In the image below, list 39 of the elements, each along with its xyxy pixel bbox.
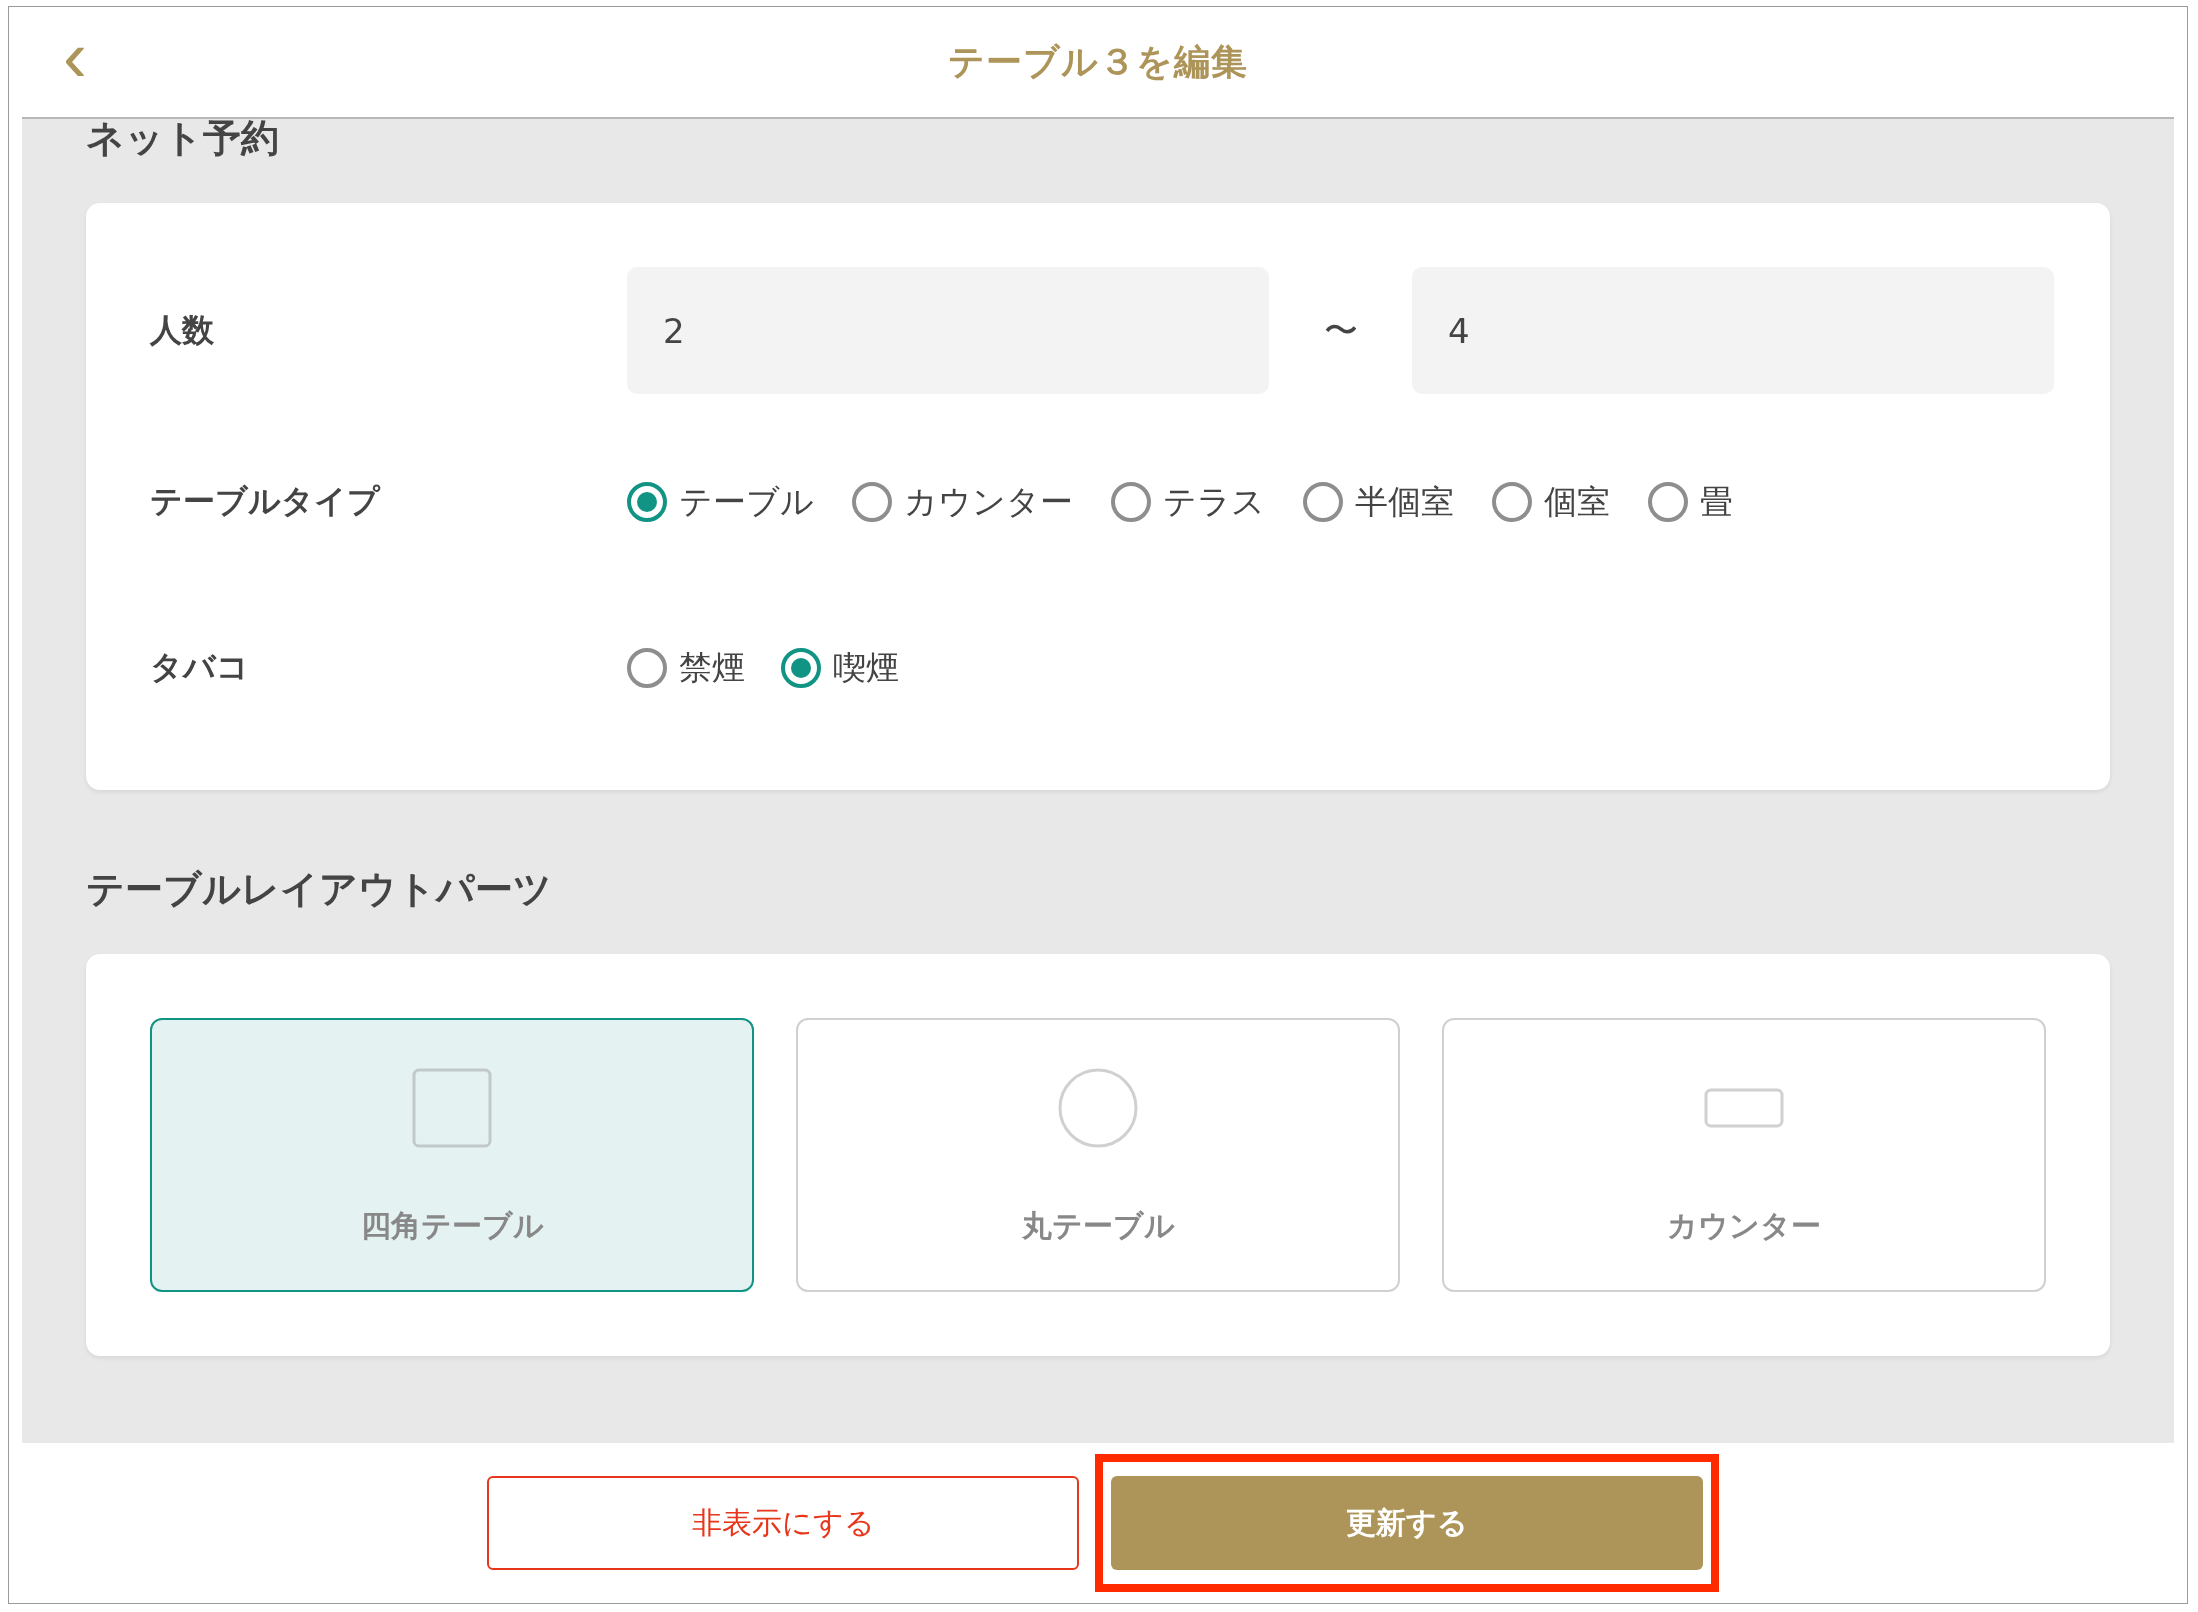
hide-button[interactable]: 非表示にする (487, 1476, 1079, 1570)
radio-option[interactable]: 喫煙 (781, 645, 899, 691)
radio-label: テーブル (679, 480, 814, 523)
input-field[interactable]: 4 (1412, 267, 2054, 394)
section-title: ネット予約 (86, 119, 280, 157)
radio-icon[interactable] (781, 648, 821, 688)
radio-option[interactable]: 畳 (1648, 479, 1733, 525)
radio-label: テラス (1163, 480, 1265, 523)
radio-icon[interactable] (1111, 482, 1151, 522)
radio-label: 半個室 (1355, 480, 1454, 523)
radio-label: 個室 (1544, 480, 1610, 523)
radio-label: カウンター (904, 480, 1073, 523)
radio-option[interactable]: カウンター (852, 479, 1073, 525)
radio-icon[interactable] (627, 482, 667, 522)
radio-option[interactable]: テーブル (627, 479, 814, 525)
radio-option[interactable]: テラス (1111, 479, 1265, 525)
part-tile[interactable]: 丸テーブル (796, 1018, 1400, 1292)
radio-icon[interactable] (627, 648, 667, 688)
radio-label: 畳 (1700, 480, 1733, 523)
rectangle-icon (1704, 1088, 1784, 1128)
square-icon (412, 1068, 492, 1148)
radio-option[interactable]: 個室 (1492, 479, 1610, 525)
page-title: テーブル３を編集 (948, 39, 1248, 84)
radio-icon[interactable] (852, 482, 892, 522)
circle-icon (1058, 1068, 1138, 1148)
input-field[interactable]: 2 (627, 267, 1269, 394)
field-label: テーブルタイプ (150, 481, 382, 522)
range-separator: 〜 (1322, 308, 1359, 352)
section-title: テーブルレイアウトパーツ (86, 870, 553, 908)
part-tile[interactable]: カウンター (1442, 1018, 2046, 1292)
field-label: タバコ (150, 647, 250, 688)
radio-label: 喫煙 (833, 646, 899, 689)
radio-option[interactable]: 禁煙 (627, 645, 745, 691)
radio-icon[interactable] (1303, 482, 1343, 522)
radio-icon[interactable] (1648, 482, 1688, 522)
field-label: 人数 (150, 309, 215, 351)
radio-icon[interactable] (1492, 482, 1532, 522)
radio-label: 禁煙 (679, 646, 745, 689)
radio-option[interactable]: 半個室 (1303, 479, 1454, 525)
